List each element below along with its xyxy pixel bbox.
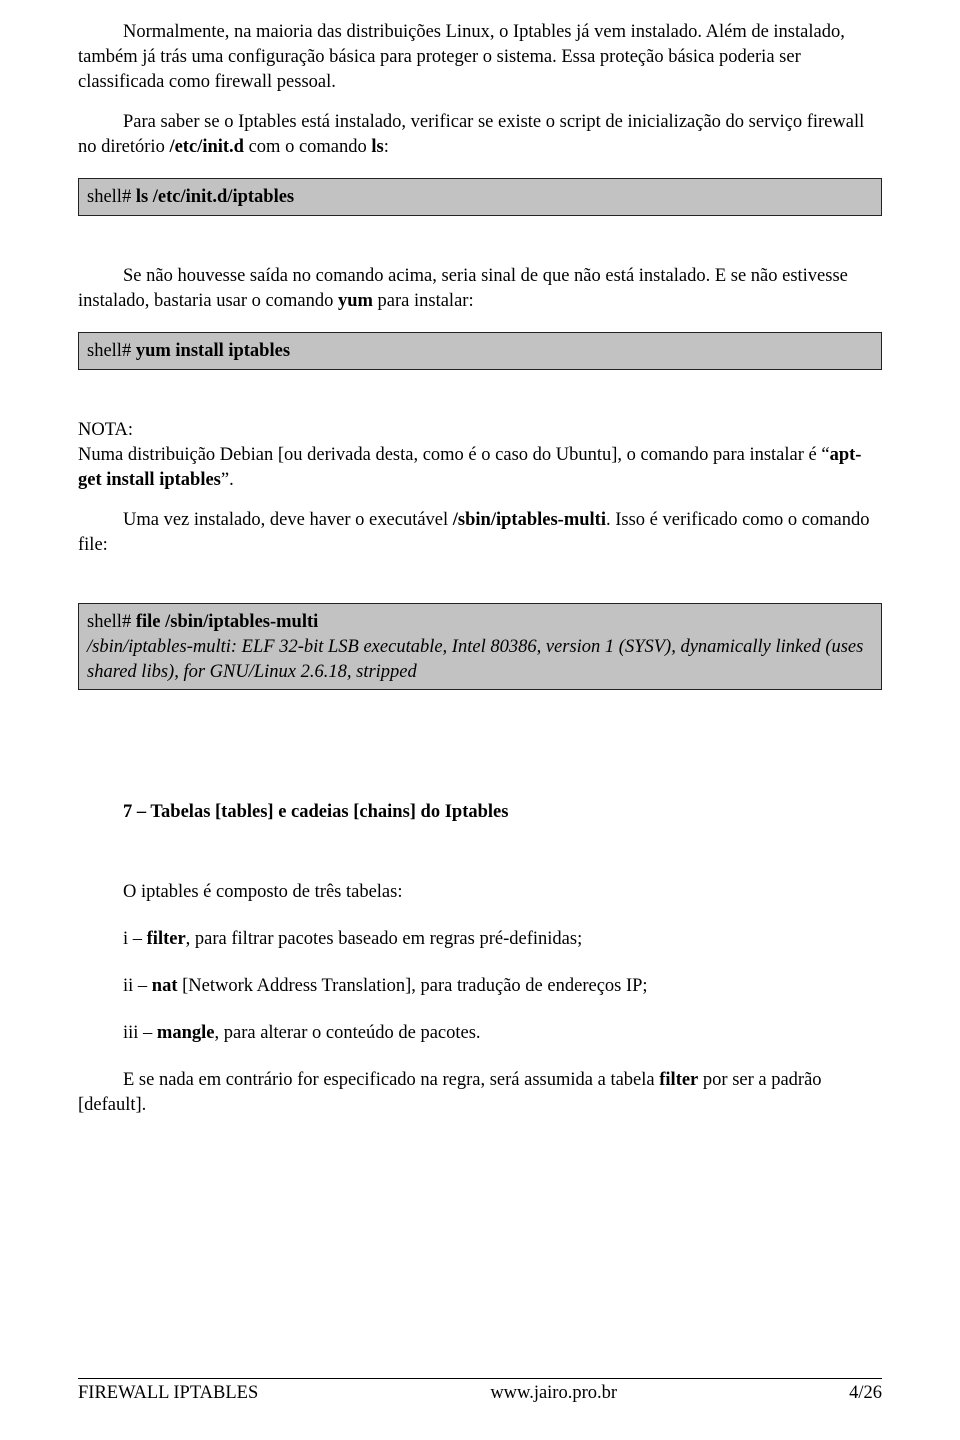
code-box-file: shell# file /sbin/iptables-multi /sbin/i… xyxy=(78,603,882,691)
li-bold: nat xyxy=(152,976,178,996)
li-prefix: iii – xyxy=(123,1023,157,1043)
code-box-ls: shell# ls /etc/init.d/iptables xyxy=(78,178,882,216)
li-text: [Network Address Translation], para trad… xyxy=(177,976,647,996)
shell-command: file /sbin/iptables-multi xyxy=(136,612,318,632)
bold-path-multi: /sbin/iptables-multi xyxy=(453,510,606,530)
list-item: i – filter, para filtrar pacotes baseado… xyxy=(78,927,882,952)
nota-text: Numa distribuição Debian [ou derivada de… xyxy=(78,443,882,493)
footer-left: FIREWALL IPTABLES xyxy=(78,1381,258,1406)
text-run: para instalar: xyxy=(373,291,474,311)
li-bold: mangle xyxy=(157,1023,215,1043)
tables-intro: O iptables é composto de três tabelas: xyxy=(78,880,882,905)
code-output: /sbin/iptables-multi: ELF 32-bit LSB exe… xyxy=(87,635,873,685)
bold-filter: filter xyxy=(659,1070,698,1090)
code-line-cmd: shell# file /sbin/iptables-multi xyxy=(87,610,873,635)
list-item: ii – nat [Network Address Translation], … xyxy=(78,974,882,999)
paragraph-yum: Se não houvesse saída no comando acima, … xyxy=(78,264,882,314)
text-run: : xyxy=(384,137,389,157)
text-run: E se nada em contrário for especificado … xyxy=(123,1070,659,1090)
li-bold: filter xyxy=(147,929,186,949)
text-run: com o comando xyxy=(244,137,371,157)
shell-prompt: shell# xyxy=(87,341,136,361)
list-item: iii – mangle, para alterar o conteúdo de… xyxy=(78,1021,882,1046)
page-footer: FIREWALL IPTABLES www.jairo.pro.br 4/26 xyxy=(78,1378,882,1406)
bold-cmd: ls xyxy=(371,137,383,157)
footer-divider xyxy=(78,1378,882,1379)
shell-command: yum install iptables xyxy=(136,341,290,361)
shell-prompt: shell# xyxy=(87,612,136,632)
shell-command: ls /etc/init.d/iptables xyxy=(136,187,294,207)
nota-label: NOTA: xyxy=(78,418,882,443)
footer-right: 4/26 xyxy=(849,1381,882,1406)
paragraph-intro: Normalmente, na maioria das distribuiçõe… xyxy=(78,20,882,95)
code-box-yum: shell# yum install iptables xyxy=(78,332,882,370)
section-heading: 7 – Tabelas [tables] e cadeias [chains] … xyxy=(78,800,882,825)
li-text: , para filtrar pacotes baseado em regras… xyxy=(186,929,583,949)
li-text: , para alterar o conteúdo de pacotes. xyxy=(214,1023,480,1043)
text-run: ”. xyxy=(221,470,234,490)
li-prefix: ii – xyxy=(123,976,152,996)
bold-yum: yum xyxy=(338,291,373,311)
paragraph-default: E se nada em contrário for especificado … xyxy=(78,1068,882,1118)
bold-path: /etc/init.d xyxy=(169,137,244,157)
paragraph-check: Para saber se o Iptables está instalado,… xyxy=(78,110,882,160)
li-prefix: i – xyxy=(123,929,147,949)
shell-prompt: shell# xyxy=(87,187,136,207)
footer-center: www.jairo.pro.br xyxy=(490,1381,617,1406)
text-run: Uma vez instalado, deve haver o executáv… xyxy=(123,510,453,530)
text-run: Numa distribuição Debian [ou derivada de… xyxy=(78,445,830,465)
document-page: Normalmente, na maioria das distribuiçõe… xyxy=(0,0,960,1420)
paragraph-file: Uma vez instalado, deve haver o executáv… xyxy=(78,508,882,558)
